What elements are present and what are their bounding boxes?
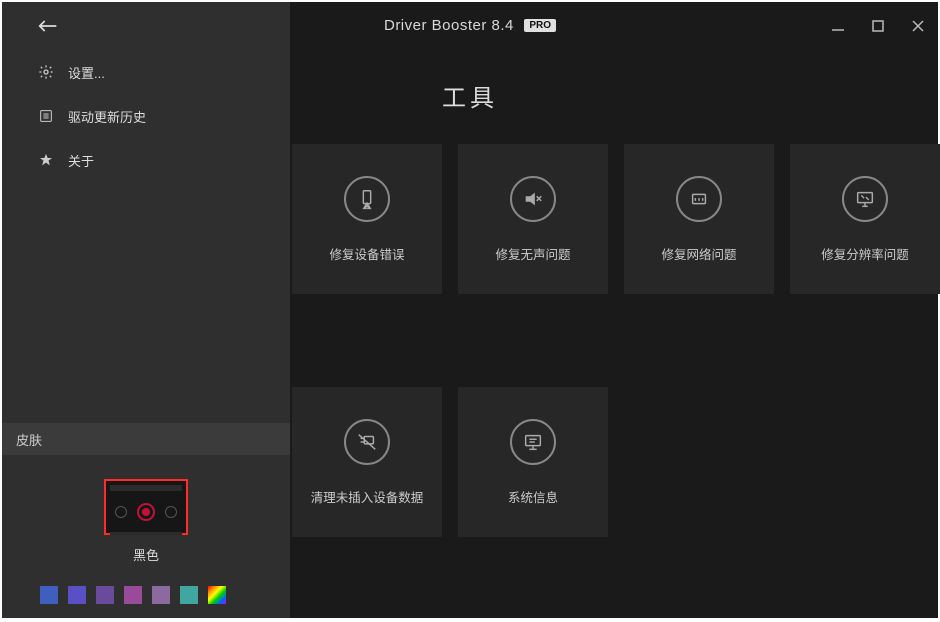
card-label: 修复设备错误 [329,244,404,263]
card-label: 修复无声问题 [495,244,570,263]
app-window: Driver Booster 8.4 PRO 工具 修复设备错误 [2,2,938,618]
star-icon [38,152,54,168]
pro-badge: PRO [524,19,556,32]
skin-name-label: 黑色 [133,545,159,564]
swatch-blue[interactable] [40,586,58,604]
swatch-custom[interactable] [208,586,226,604]
minimize-icon [831,19,845,33]
sidebar-item-history[interactable]: 驱动更新历史 [2,94,290,138]
app-title-text: Driver Booster 8.4 [384,17,514,34]
card-label: 修复分辨率问题 [821,244,909,263]
app-title: Driver Booster 8.4 PRO [384,17,556,35]
swatch-mauve[interactable] [152,586,170,604]
unplugged-icon [344,419,390,465]
card-fix-device[interactable]: 修复设备错误 [292,144,442,294]
skin-section-header: 皮肤 [2,423,290,455]
sidebar-item-settings[interactable]: 设置... [2,50,290,94]
back-button[interactable] [2,2,290,50]
monitor-icon [842,176,888,222]
skin-thumbnail[interactable] [104,479,188,535]
sidebar-item-about[interactable]: 关于 [2,138,290,182]
card-fix-sound[interactable]: 修复无声问题 [458,144,608,294]
window-controls [818,2,938,50]
card-fix-network[interactable]: 修复网络问题 [624,144,774,294]
maximize-icon [871,19,885,33]
list-icon [38,108,54,124]
device-warning-icon [344,176,390,222]
gear-icon [38,64,54,80]
close-icon [911,19,925,33]
tools-grid-row2: 清理未插入设备数据 系统信息 [292,387,940,537]
swatch-magenta[interactable] [124,586,142,604]
close-button[interactable] [898,2,938,50]
network-icon [676,176,722,222]
swatch-violet[interactable] [96,586,114,604]
card-fix-resolution[interactable]: 修复分辨率问题 [790,144,940,294]
arrow-left-icon [38,19,58,33]
card-system-info[interactable]: 系统信息 [458,387,608,537]
tools-grid-row1: 修复设备错误 修复无声问题 修复网络问题 修复分辨率问题 [292,144,940,294]
sidebar-item-label: 驱动更新历史 [68,107,146,126]
speaker-mute-icon [510,176,556,222]
sidebar-spacer [2,182,290,423]
skin-preview: 黑色 [2,455,290,574]
maximize-button[interactable] [858,2,898,50]
minimize-button[interactable] [818,2,858,50]
system-info-icon [510,419,556,465]
swatch-teal[interactable] [180,586,198,604]
color-swatches [2,574,290,618]
card-label: 修复网络问题 [661,244,736,263]
card-clean-unplugged[interactable]: 清理未插入设备数据 [292,387,442,537]
card-label: 系统信息 [508,487,558,506]
card-label: 清理未插入设备数据 [311,487,424,506]
sidebar-item-label: 设置... [68,63,105,82]
swatch-indigo[interactable] [68,586,86,604]
sidebar-panel: 设置... 驱动更新历史 关于 皮肤 黑色 [2,2,290,618]
sidebar-item-label: 关于 [68,151,94,170]
